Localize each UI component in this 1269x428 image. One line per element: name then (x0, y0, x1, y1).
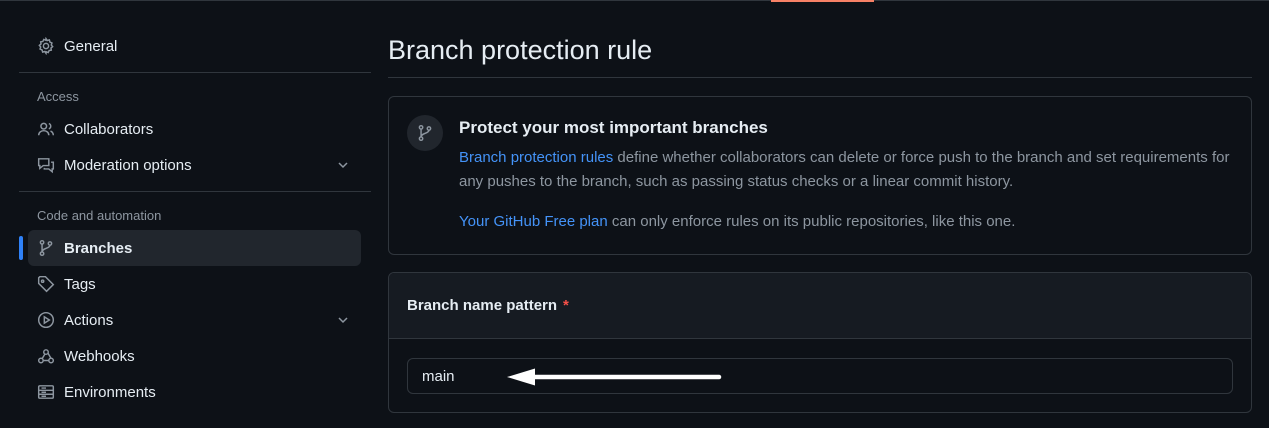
sidebar-heading-code-automation: Code and automation (37, 207, 162, 223)
sidebar-item-moderation[interactable]: Moderation options (19, 147, 361, 183)
branch-name-pattern-section: Branch name pattern * (388, 272, 1252, 413)
sidebar-item-tags[interactable]: Tags (19, 266, 361, 302)
git-branch-icon (407, 115, 443, 151)
title-divider (388, 77, 1252, 78)
required-indicator: * (563, 297, 569, 314)
sidebar-item-actions[interactable]: Actions (19, 302, 361, 338)
info-content: Protect your most important branches Bra… (459, 118, 1239, 234)
sidebar-heading-access: Access (37, 88, 79, 104)
header-border (0, 0, 1269, 1)
sidebar-item-label: Environments (64, 383, 156, 401)
tag-icon (37, 275, 55, 293)
sidebar-item-label: Branches (64, 239, 133, 257)
sidebar-item-label: Webhooks (64, 347, 135, 365)
sidebar-divider (19, 72, 371, 73)
server-icon (37, 383, 55, 401)
sidebar-item-webhooks[interactable]: Webhooks (19, 338, 361, 374)
gear-icon (37, 37, 55, 55)
git-branch-icon (37, 239, 55, 257)
plan-notice: Your GitHub Free plan can only enforce r… (459, 210, 1239, 234)
sidebar-item-general[interactable]: General (19, 28, 361, 64)
plan-notice-text: can only enforce rules on its public rep… (607, 213, 1016, 230)
sidebar-item-label: Moderation options (64, 156, 192, 174)
branch-name-pattern-input[interactable] (407, 358, 1233, 394)
settings-sidebar: General Access Collaborators Moderation … (19, 28, 371, 410)
webhook-icon (37, 347, 55, 365)
sidebar-divider (19, 191, 371, 192)
info-title: Protect your most important branches (459, 118, 768, 137)
play-icon (37, 311, 55, 329)
sidebar-item-label: Collaborators (64, 120, 154, 138)
github-free-plan-link[interactable]: Your GitHub Free plan (459, 213, 608, 230)
chevron-down-icon[interactable] (335, 157, 351, 173)
branch-protection-rules-link[interactable]: Branch protection rules (459, 149, 613, 166)
sidebar-item-environments[interactable]: Environments (19, 374, 361, 410)
info-description: Branch protection rules define whether c… (459, 146, 1239, 194)
active-tab-indicator (771, 0, 874, 2)
sidebar-item-branches[interactable]: Branches (19, 230, 361, 266)
page-title: Branch protection rule (388, 35, 653, 65)
main-content: Branch protection rule Protect your most… (388, 28, 1252, 413)
sidebar-item-label: Actions (64, 311, 114, 329)
comment-discussion-icon (37, 156, 55, 174)
branch-protection-info: Protect your most important branches Bra… (388, 96, 1252, 255)
sidebar-item-label: General (64, 37, 118, 55)
branch-name-pattern-label: Branch name pattern (407, 297, 558, 314)
sidebar-item-label: Tags (64, 275, 96, 293)
sidebar-item-collaborators[interactable]: Collaborators (19, 111, 361, 147)
settings-page: General Access Collaborators Moderation … (0, 0, 1269, 428)
branch-name-pattern-header: Branch name pattern * (389, 273, 1251, 339)
people-icon (37, 120, 55, 138)
chevron-down-icon[interactable] (335, 312, 351, 328)
